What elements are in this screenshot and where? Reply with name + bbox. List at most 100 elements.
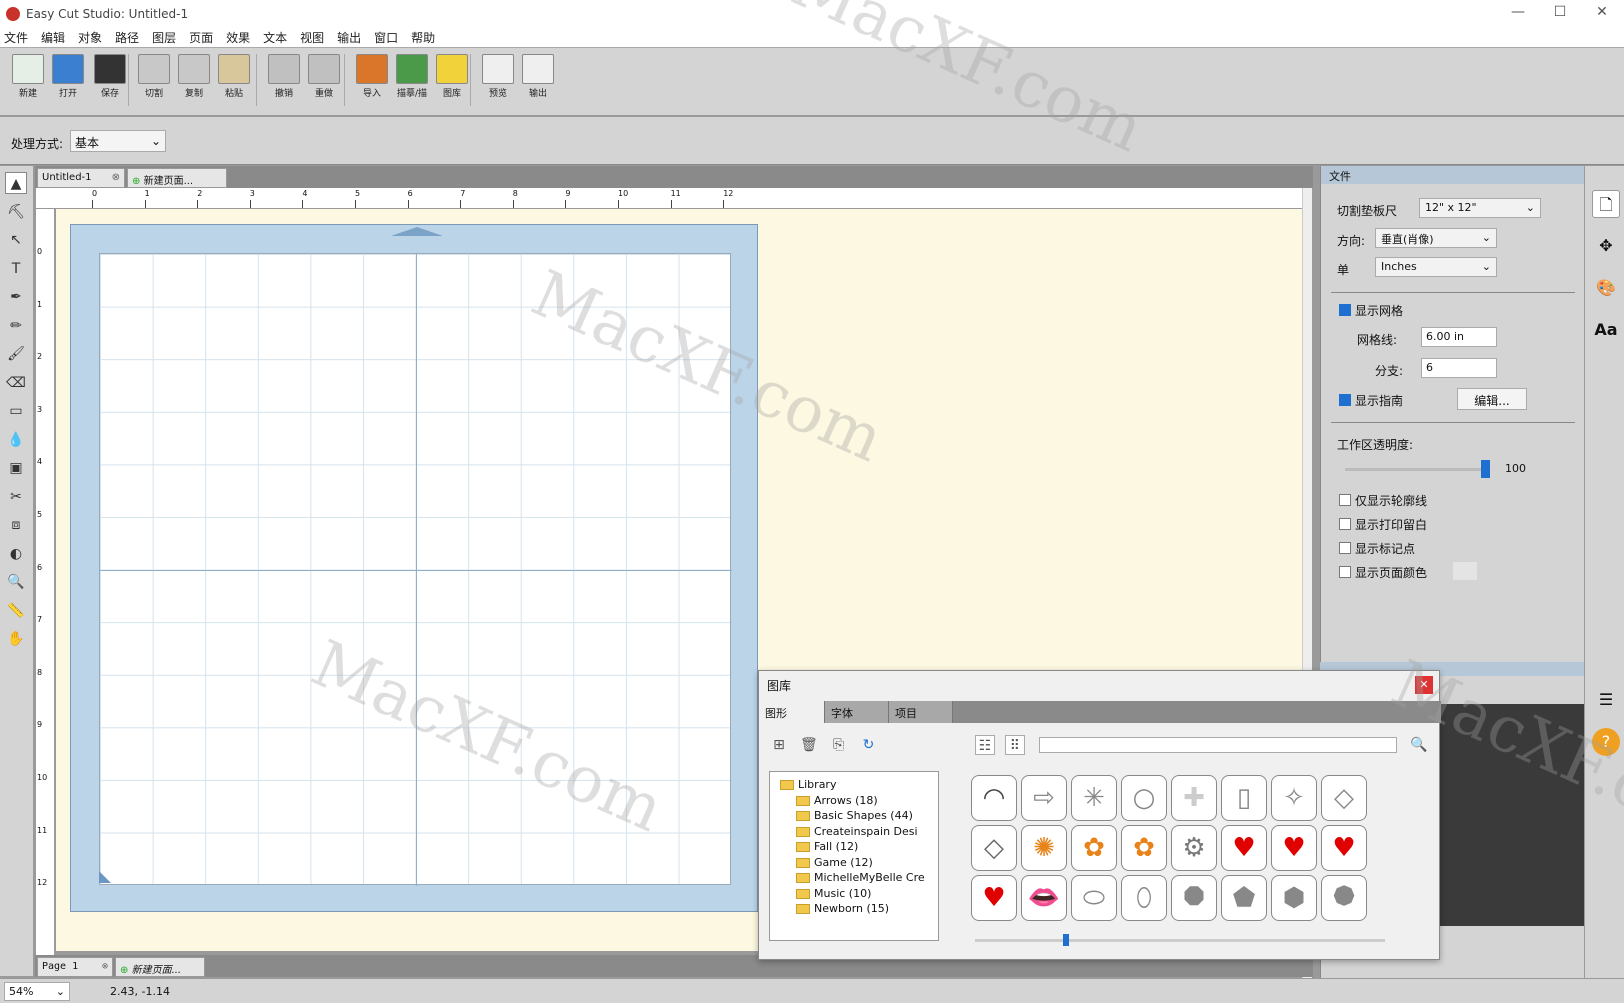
lasso-icon[interactable]: ⛏ — [5, 201, 27, 223]
tree-item[interactable]: Basic Shapes (44) — [814, 809, 913, 822]
refresh-icon[interactable]: ↻ — [858, 735, 878, 755]
cutting-mat[interactable] — [70, 224, 758, 912]
toolbar-button-11[interactable]: 预览 — [478, 54, 518, 99]
tree-item[interactable]: Game (12) — [814, 856, 873, 869]
shape-thumbnail[interactable]: ✺ — [1021, 825, 1067, 871]
menu-item-5[interactable]: 页面 — [189, 29, 213, 46]
text-icon[interactable]: T — [5, 258, 27, 280]
shape-thumbnail[interactable]: ⚙ — [1171, 825, 1217, 871]
hand-icon[interactable]: ✋ — [5, 628, 27, 650]
toolbar-button-9[interactable]: 描摹/描 — [392, 54, 432, 99]
shape-thumbnail[interactable]: ✿ — [1121, 825, 1167, 871]
ruler-icon[interactable]: 📏 — [5, 600, 27, 622]
toolbar-button-12[interactable]: 输出 — [518, 54, 558, 99]
shape-thumbnail[interactable]: ⬯ — [1121, 875, 1167, 921]
shape-thumbnail[interactable]: ♥ — [971, 875, 1017, 921]
new-page-button[interactable]: ⊕ 新建页面... — [115, 957, 205, 977]
tree-item[interactable]: Fall (12) — [814, 840, 858, 853]
node-edit-icon[interactable]: ↖ — [5, 229, 27, 251]
search-icon[interactable]: 🔍 — [1409, 735, 1429, 755]
orientation-select[interactable]: 垂直(肖像) ⌄ — [1375, 228, 1497, 248]
toolbar-button-7[interactable]: 重做 — [304, 54, 344, 99]
subdivision-input[interactable]: 6 — [1421, 358, 1497, 378]
document-panel-icon[interactable]: 🗋 — [1592, 190, 1620, 218]
new-page-tab[interactable]: ⊕ 新建页面... — [127, 168, 227, 188]
thumbnail-size-slider[interactable] — [975, 934, 1385, 946]
page-1-tab[interactable]: Page 1 ⊗ — [37, 957, 113, 977]
tree-item[interactable]: Music (10) — [814, 887, 871, 900]
new-folder-icon[interactable]: ⊞ — [769, 735, 789, 755]
library-tab-2[interactable]: 项目 — [889, 701, 953, 723]
brush-icon[interactable]: 🖌 — [5, 343, 27, 365]
slider-thumb[interactable] — [1063, 934, 1069, 946]
shape-thumbnail[interactable]: ✚ — [1171, 775, 1217, 821]
contrast-icon[interactable]: ◐ — [5, 543, 27, 565]
layers-icon[interactable]: ☰ — [1592, 686, 1620, 714]
tab-untitled-1[interactable]: Untitled-1 ⊗ — [37, 168, 125, 188]
opacity-slider[interactable] — [1345, 460, 1490, 478]
grid-view-icon[interactable]: ⠿ — [1004, 735, 1025, 755]
shape-thumbnail[interactable]: ◠ — [971, 775, 1017, 821]
shape-thumbnail[interactable]: ✧ — [1271, 775, 1317, 821]
toolbar-button-0[interactable]: 新建 — [8, 54, 48, 99]
outline-only-checkbox[interactable] — [1339, 494, 1351, 506]
show-marks-checkbox[interactable] — [1339, 542, 1351, 554]
library-tab-0[interactable]: 图形 — [759, 701, 825, 723]
help-icon[interactable]: ? — [1592, 728, 1620, 756]
rectangle-icon[interactable]: ▭ — [5, 400, 27, 422]
minimize-button[interactable]: — — [1498, 4, 1538, 24]
menu-item-1[interactable]: 编辑 — [41, 29, 65, 46]
eyedropper-icon[interactable]: 💧 — [5, 429, 27, 451]
pen-icon[interactable]: ✒ — [5, 286, 27, 308]
shape-thumbnail[interactable]: ⬢ — [1271, 875, 1317, 921]
page-color-swatch[interactable] — [1453, 562, 1477, 580]
shape-thumbnail[interactable]: ✿ — [1071, 825, 1117, 871]
toolbar-button-10[interactable]: 图库 — [432, 54, 472, 99]
delete-trash-icon[interactable]: 🗑 — [799, 735, 819, 755]
menu-item-4[interactable]: 图层 — [152, 29, 176, 46]
show-print-margin-checkbox[interactable] — [1339, 518, 1351, 530]
transform-icon[interactable]: ⧈ — [5, 514, 27, 536]
menu-item-7[interactable]: 文本 — [263, 29, 287, 46]
shape-search-input[interactable] — [1039, 737, 1397, 753]
list-view-icon[interactable]: ☷ — [975, 735, 995, 755]
menu-item-0[interactable]: 文件 — [4, 29, 28, 46]
shape-thumbnail[interactable]: ○ — [1121, 775, 1167, 821]
shape-thumbnail[interactable]: ♥ — [1271, 825, 1317, 871]
maximize-button[interactable]: ☐ — [1540, 4, 1580, 24]
tree-item[interactable]: Library — [798, 778, 836, 791]
shape-thumbnail[interactable]: ⯃ — [1171, 875, 1217, 921]
tree-item[interactable]: Newborn (15) — [814, 902, 889, 915]
toolbar-button-4[interactable]: 复制 — [174, 54, 214, 99]
zoom-icon[interactable]: 🔍 — [5, 571, 27, 593]
shape-thumbnail[interactable]: ⇨ — [1021, 775, 1067, 821]
toolbar-button-1[interactable]: 打开 — [48, 54, 88, 99]
tree-item[interactable]: Arrows (18) — [814, 794, 878, 807]
units-select[interactable]: Inches ⌄ — [1375, 257, 1497, 277]
library-tab-1[interactable]: 字体 — [825, 701, 889, 723]
toolbar-button-2[interactable]: 保存 — [90, 54, 130, 99]
toolbar-button-5[interactable]: 粘贴 — [214, 54, 254, 99]
show-grid-checkbox[interactable] — [1339, 304, 1351, 316]
color-palette-icon[interactable]: 🎨 — [1592, 274, 1620, 302]
tree-item[interactable]: Createinspain Desi — [814, 825, 918, 838]
mat-size-select[interactable]: 12" x 12" ⌄ — [1419, 198, 1541, 218]
fill-icon[interactable]: ▣ — [5, 457, 27, 479]
show-page-color-checkbox[interactable] — [1339, 566, 1351, 578]
zoom-select[interactable]: 54% ⌄ — [4, 982, 70, 1001]
opacity-slider-thumb[interactable] — [1481, 460, 1490, 478]
shape-thumbnail[interactable]: ◇ — [971, 825, 1017, 871]
shape-thumbnail[interactable]: ◇ — [1321, 775, 1367, 821]
shape-thumbnail[interactable]: ♥ — [1321, 825, 1367, 871]
shape-thumbnail[interactable]: ⬟ — [1221, 875, 1267, 921]
menu-item-8[interactable]: 视图 — [300, 29, 324, 46]
library-close-button[interactable]: ✕ — [1415, 676, 1433, 694]
close-button[interactable]: ✕ — [1582, 4, 1622, 24]
shape-thumbnail[interactable]: ⬭ — [1071, 875, 1117, 921]
shape-thumbnail[interactable]: 👄 — [1021, 875, 1067, 921]
mode-select[interactable]: 基本 ⌄ — [70, 130, 166, 152]
toolbar-button-8[interactable]: 导入 — [352, 54, 392, 99]
import-icon[interactable]: ⎘ — [829, 735, 849, 755]
show-guides-checkbox[interactable] — [1339, 394, 1351, 406]
pencil-icon[interactable]: ✏ — [5, 315, 27, 337]
